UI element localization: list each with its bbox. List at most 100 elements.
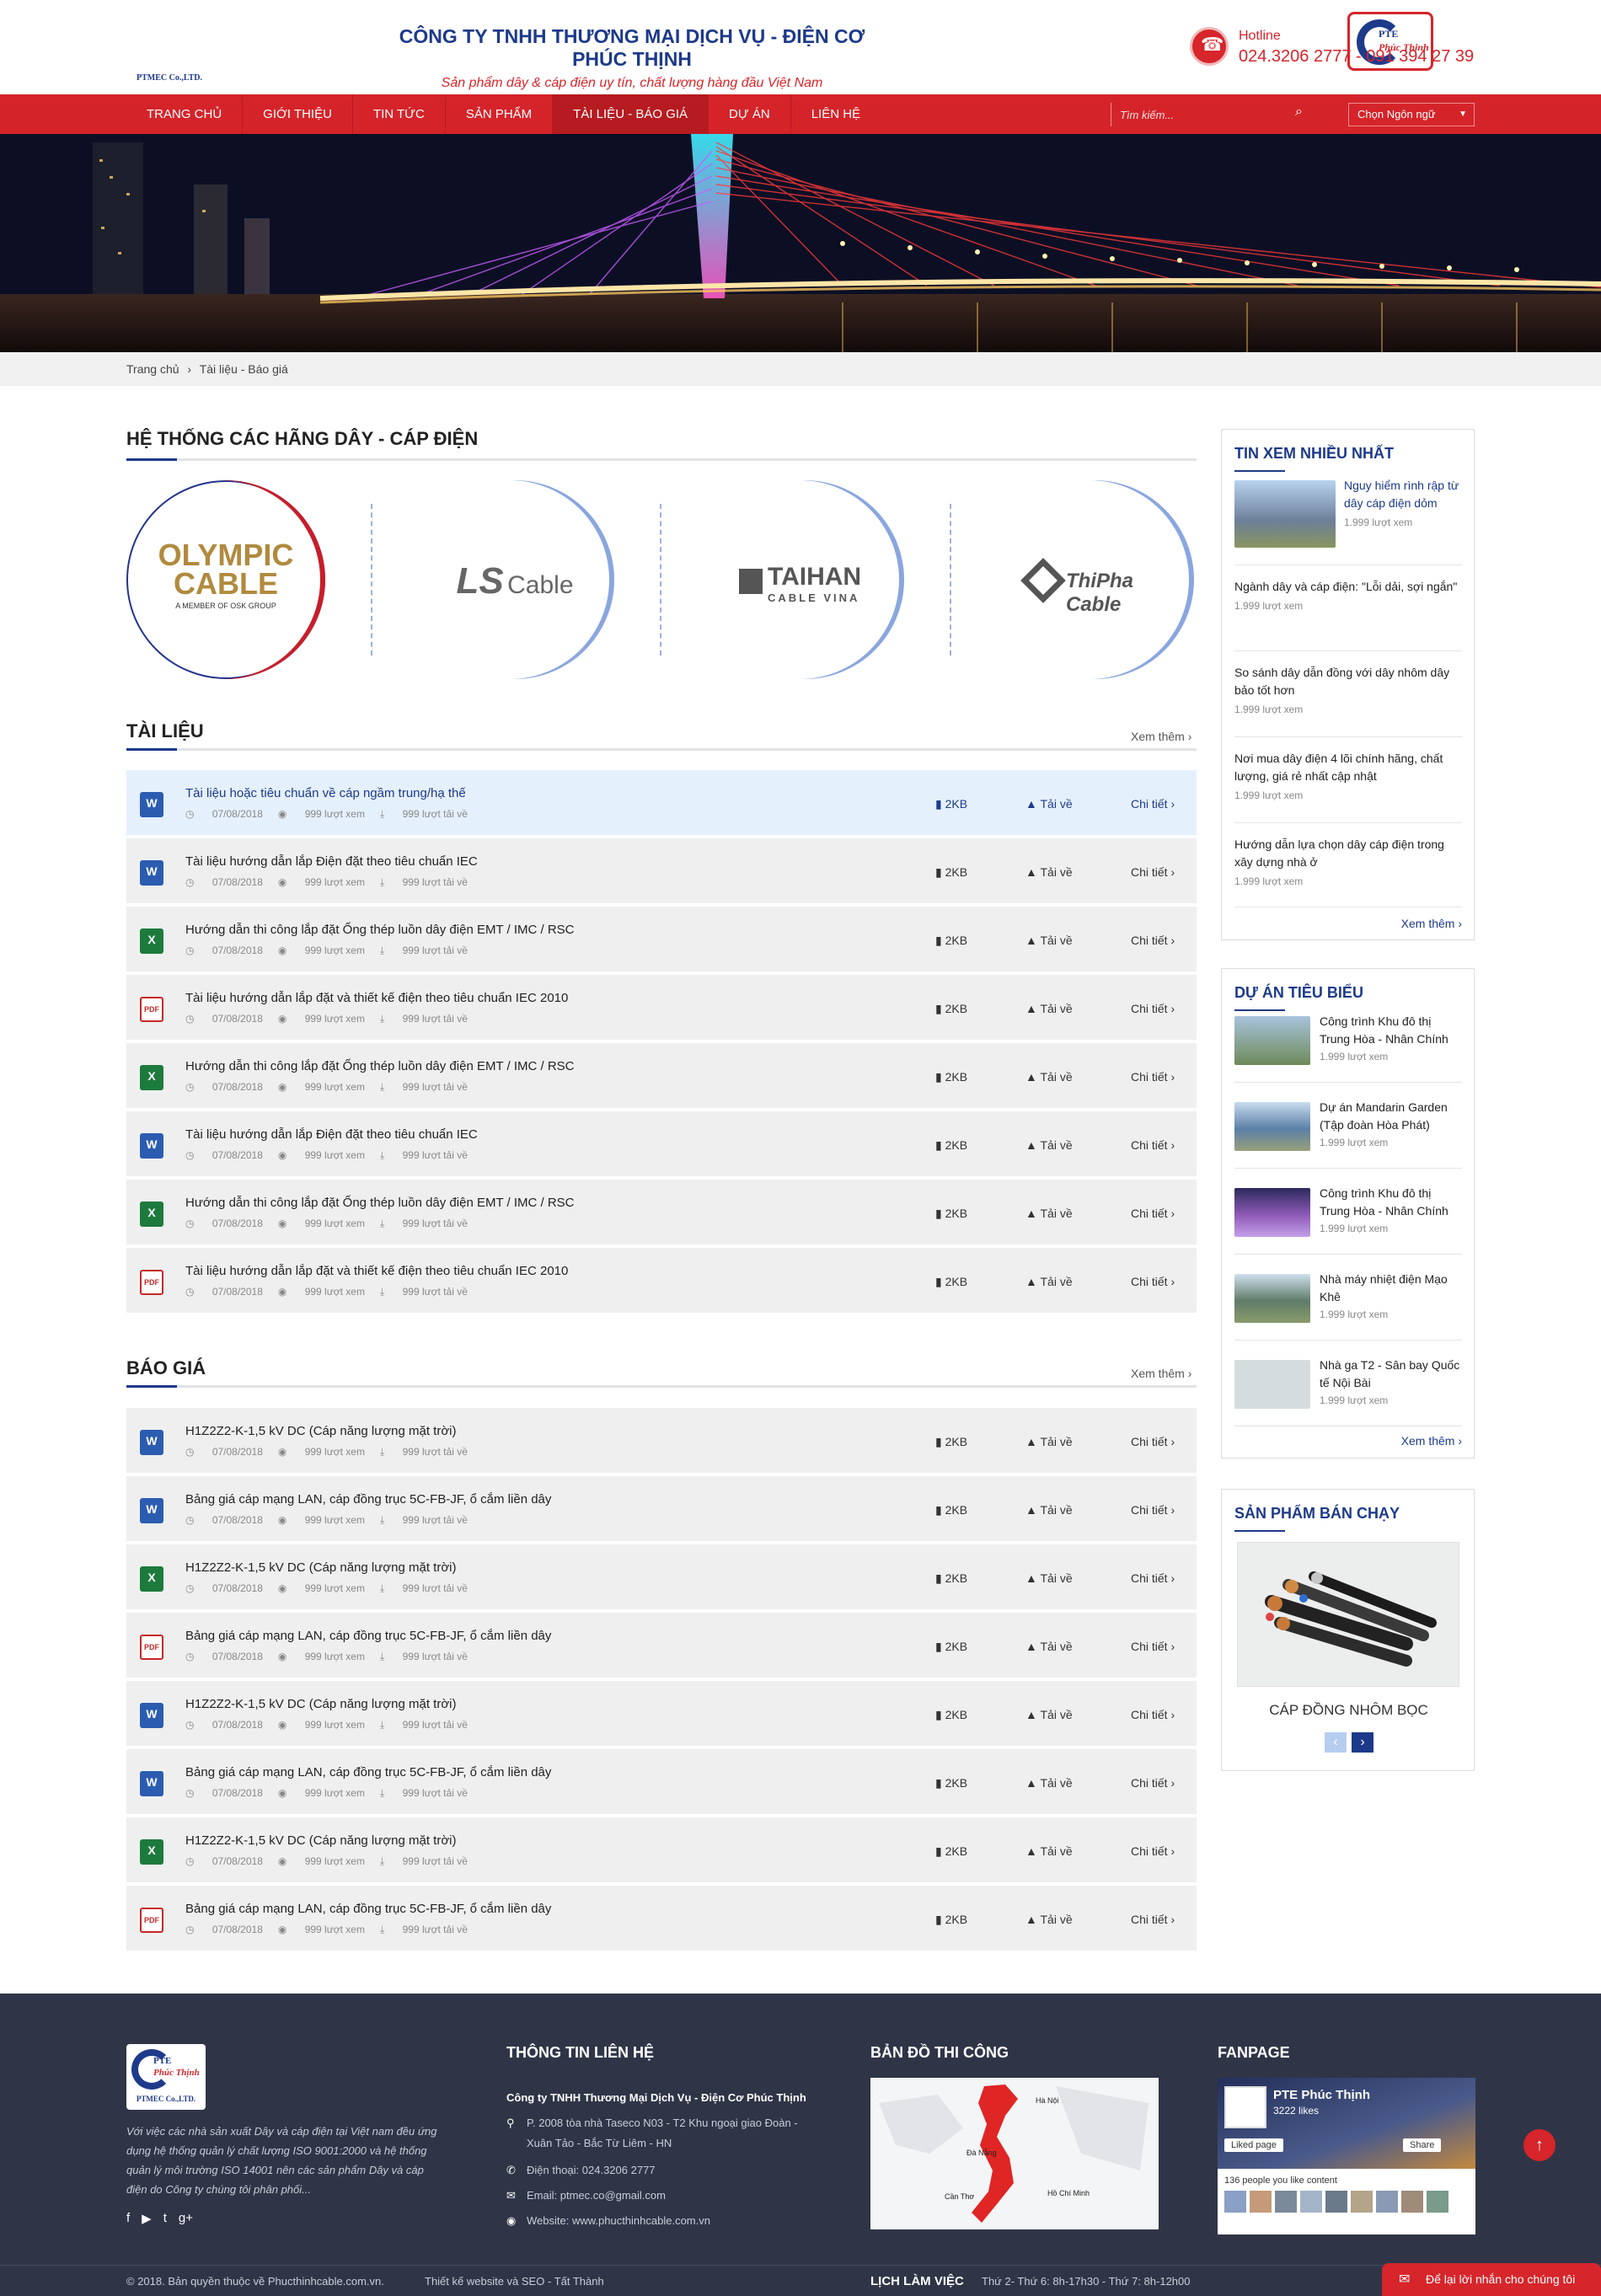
popular-more-link[interactable]: Xem thêm ›	[1401, 917, 1462, 930]
document-title[interactable]: Tài liệu hướng dẫn lắp Điện đặt theo tiê…	[185, 854, 478, 869]
detail-link[interactable]: Chi tiết ›	[1131, 1207, 1175, 1220]
download-link[interactable]: ▲ Tải về	[1025, 934, 1073, 947]
detail-link[interactable]: Chi tiết ›	[1131, 1002, 1175, 1015]
nav-item-documents[interactable]: TÀI LIỆU - BÁO GIÁ	[553, 94, 709, 134]
nav-item-projects[interactable]: DỰ ÁN	[709, 94, 791, 134]
document-row[interactable]: X H1Z2Z2-K-1,5 kV DC (Cáp năng lượng mặt …	[126, 1817, 1197, 1882]
nav-item-products[interactable]: SẢN PHẨM	[446, 94, 554, 134]
project-image[interactable]	[1234, 1016, 1310, 1065]
scroll-to-top-button[interactable]: ↑	[1523, 2129, 1555, 2161]
project-item[interactable]: Công trình Khu đô thị Trung Hòa - Nhân C…	[1320, 1013, 1463, 1066]
document-row[interactable]: PDF Tài liệu hướng dẫn lắp đặt và thiết k…	[126, 1248, 1197, 1313]
detail-link[interactable]: Chi tiết ›	[1131, 1844, 1175, 1858]
site-logo[interactable]: PTE Phúc Thịnh PTMEC Co.,LTD.	[126, 12, 1433, 84]
document-title[interactable]: H1Z2Z2-K-1,5 kV DC (Cáp năng lượng mặt t…	[185, 1697, 456, 1711]
project-item[interactable]: Dự án Mandarin Garden (Tập đoàn Hòa Phát…	[1320, 1099, 1463, 1152]
download-link[interactable]: ▲ Tải về	[1025, 1002, 1073, 1015]
detail-link[interactable]: Chi tiết ›	[1131, 934, 1175, 947]
bestseller-product-name[interactable]: CÁP ĐỒNG NHÔM BỌC	[1222, 1702, 1475, 1719]
popular-featured-image[interactable]	[1234, 480, 1336, 548]
popular-item[interactable]: So sánh dây dẫn đồng với dây nhôm dây bả…	[1234, 664, 1462, 719]
documents-more-link[interactable]: Xem thêm ›	[1131, 730, 1191, 743]
download-link[interactable]: ▲ Tải về	[1025, 1503, 1073, 1517]
nav-item-home[interactable]: TRANG CHỦ	[126, 94, 244, 134]
nav-item-news[interactable]: TIN TỨC	[353, 94, 446, 134]
download-link[interactable]: ▲ Tải về	[1025, 1913, 1073, 1926]
quotes-more-link[interactable]: Xem thêm ›	[1131, 1367, 1191, 1380]
project-image[interactable]	[1234, 1274, 1310, 1323]
designer-credit[interactable]: Thiết kế website và SEO - Tất Thành	[425, 2272, 604, 2292]
brand-taihan[interactable]: TAIHAN CABLE VINA	[705, 480, 904, 679]
document-title[interactable]: Bảng giá cáp mạng LAN, cáp đồng trục 5C-…	[185, 1902, 551, 1916]
detail-link[interactable]: Chi tiết ›	[1131, 797, 1175, 811]
youtube-icon[interactable]: ▶	[142, 2211, 152, 2226]
download-link[interactable]: ▲ Tải về	[1025, 865, 1073, 879]
download-link[interactable]: ▲ Tải về	[1025, 1844, 1073, 1858]
document-title[interactable]: Tài liệu hướng dẫn lắp Điện đặt theo tiê…	[185, 1127, 478, 1142]
detail-link[interactable]: Chi tiết ›	[1131, 1138, 1175, 1152]
document-row[interactable]: PDF Bảng giá cáp mạng LAN, cáp đồng trục …	[126, 1613, 1197, 1678]
popular-item[interactable]: Ngành dây và cáp điện: "Lỗi dải, sợi ngắ…	[1234, 578, 1462, 615]
detail-link[interactable]: Chi tiết ›	[1131, 1070, 1175, 1084]
bestseller-product-image[interactable]	[1237, 1542, 1459, 1687]
brand-ls-cable[interactable]: LS Cable	[415, 480, 614, 679]
breadcrumb-home[interactable]: Trang chủ	[126, 362, 179, 376]
document-title[interactable]: H1Z2Z2-K-1,5 kV DC (Cáp năng lượng mặt t…	[185, 1833, 456, 1848]
download-link[interactable]: ▲ Tải về	[1025, 1640, 1073, 1653]
brand-olympic-cable[interactable]: OLYMPIC CABLE A MEMBER OF OSK GROUP	[126, 480, 325, 679]
download-link[interactable]: ▲ Tải về	[1025, 797, 1073, 811]
nav-item-about[interactable]: GIỚI THIỆU	[243, 94, 353, 134]
detail-link[interactable]: Chi tiết ›	[1131, 1503, 1175, 1517]
document-title[interactable]: Hướng dẫn thi công lắp đặt Ống thép luồn…	[185, 923, 575, 937]
document-row[interactable]: W H1Z2Z2-K-1,5 kV DC (Cáp năng lượng mặt …	[126, 1681, 1197, 1746]
footer-phone[interactable]: Điện thoại: 024.3206 2777	[527, 2160, 656, 2181]
search-input[interactable]	[1120, 105, 1280, 124]
document-row[interactable]: W Tài liệu hướng dẫn lắp Điện đặt theo ti…	[126, 1111, 1197, 1176]
document-row[interactable]: X Hướng dẫn thi công lắp đặt Ống thép luồ…	[126, 1043, 1197, 1108]
fb-share-button[interactable]: Share	[1403, 2138, 1442, 2152]
download-link[interactable]: ▲ Tải về	[1025, 1138, 1073, 1152]
detail-link[interactable]: Chi tiết ›	[1131, 1275, 1175, 1288]
download-link[interactable]: ▲ Tải về	[1025, 1070, 1073, 1084]
download-link[interactable]: ▲ Tải về	[1025, 1207, 1073, 1220]
detail-link[interactable]: Chi tiết ›	[1131, 1571, 1175, 1585]
search-icon[interactable]: ⌕	[1295, 104, 1303, 120]
document-row[interactable]: PDF Bảng giá cáp mạng LAN, cáp đồng trục …	[126, 1886, 1197, 1951]
document-title[interactable]: Tài liệu hướng dẫn lắp đặt và thiết kế đ…	[185, 991, 568, 1005]
popular-featured-link[interactable]: Nguy hiểm rình rập từ dây cáp điện dỏm 1…	[1344, 477, 1462, 532]
document-row[interactable]: W Bảng giá cáp mạng LAN, cáp đồng trục 5C…	[126, 1749, 1197, 1814]
document-row[interactable]: W H1Z2Z2-K-1,5 kV DC (Cáp năng lượng mặt …	[126, 1408, 1197, 1473]
language-select[interactable]: Chọn Ngôn ngữ ▼	[1348, 103, 1475, 126]
detail-link[interactable]: Chi tiết ›	[1131, 865, 1175, 879]
document-title[interactable]: H1Z2Z2-K-1,5 kV DC (Cáp năng lượng mặt t…	[185, 1560, 456, 1575]
fb-page-name[interactable]: PTE Phúc Thịnh	[1273, 2088, 1370, 2102]
download-link[interactable]: ▲ Tải về	[1025, 1275, 1073, 1288]
document-title[interactable]: Bảng giá cáp mạng LAN, cáp đồng trục 5C-…	[185, 1765, 551, 1780]
document-title[interactable]: Hướng dẫn thi công lắp đặt Ống thép luồn…	[185, 1196, 575, 1210]
footer-website[interactable]: Website: www.phucthinhcable.com.vn	[527, 2211, 710, 2231]
detail-link[interactable]: Chi tiết ›	[1131, 1776, 1175, 1790]
detail-link[interactable]: Chi tiết ›	[1131, 1640, 1175, 1653]
document-row[interactable]: X Hướng dẫn thi công lắp đặt Ống thép luồ…	[126, 907, 1197, 971]
document-row[interactable]: W Tài liệu hướng dẫn lắp Điện đặt theo ti…	[126, 838, 1197, 903]
vietnam-map[interactable]: Hà Nội Đà Nẵng Hồ Chí Minh Cần Thơ	[870, 2078, 1159, 2229]
document-title[interactable]: H1Z2Z2-K-1,5 kV DC (Cáp năng lượng mặt t…	[185, 1424, 456, 1438]
facebook-icon[interactable]: f	[126, 2211, 130, 2226]
fb-like-button[interactable]: Liked page	[1224, 2138, 1283, 2152]
projects-more-link[interactable]: Xem thêm ›	[1401, 1434, 1462, 1448]
document-row[interactable]: PDF Tài liệu hướng dẫn lắp đặt và thiết k…	[126, 975, 1197, 1040]
project-item[interactable]: Công trình Khu đô thị Trung Hòa - Nhân C…	[1320, 1185, 1463, 1238]
detail-link[interactable]: Chi tiết ›	[1131, 1913, 1175, 1926]
detail-link[interactable]: Chi tiết ›	[1131, 1708, 1175, 1721]
document-title[interactable]: Bảng giá cáp mạng LAN, cáp đồng trục 5C-…	[185, 1492, 551, 1507]
document-row[interactable]: W Bảng giá cáp mạng LAN, cáp đồng trục 5C…	[126, 1476, 1197, 1541]
popular-item[interactable]: Nơi mua dây điện 4 lõi chính hãng, chất …	[1234, 750, 1462, 805]
google-plus-icon[interactable]: g+	[179, 2211, 193, 2226]
project-image[interactable]	[1234, 1360, 1310, 1409]
download-link[interactable]: ▲ Tải về	[1025, 1435, 1073, 1448]
facebook-page-widget[interactable]: PTE Phúc Thịnh 3222 likes Liked page Sha…	[1218, 2078, 1475, 2234]
chat-message-button[interactable]: ✉ Để lại lời nhắn cho chúng tôi	[1382, 2263, 1601, 2296]
nav-item-contact[interactable]: LIÊN HỆ	[791, 94, 881, 134]
document-row[interactable]: W Tài liệu hoặc tiêu chuẩn về cáp ngầm tr…	[126, 770, 1197, 835]
footer-logo[interactable]: PTE Phúc Thịnh PTMEC Co.,LTD.	[126, 2044, 206, 2110]
